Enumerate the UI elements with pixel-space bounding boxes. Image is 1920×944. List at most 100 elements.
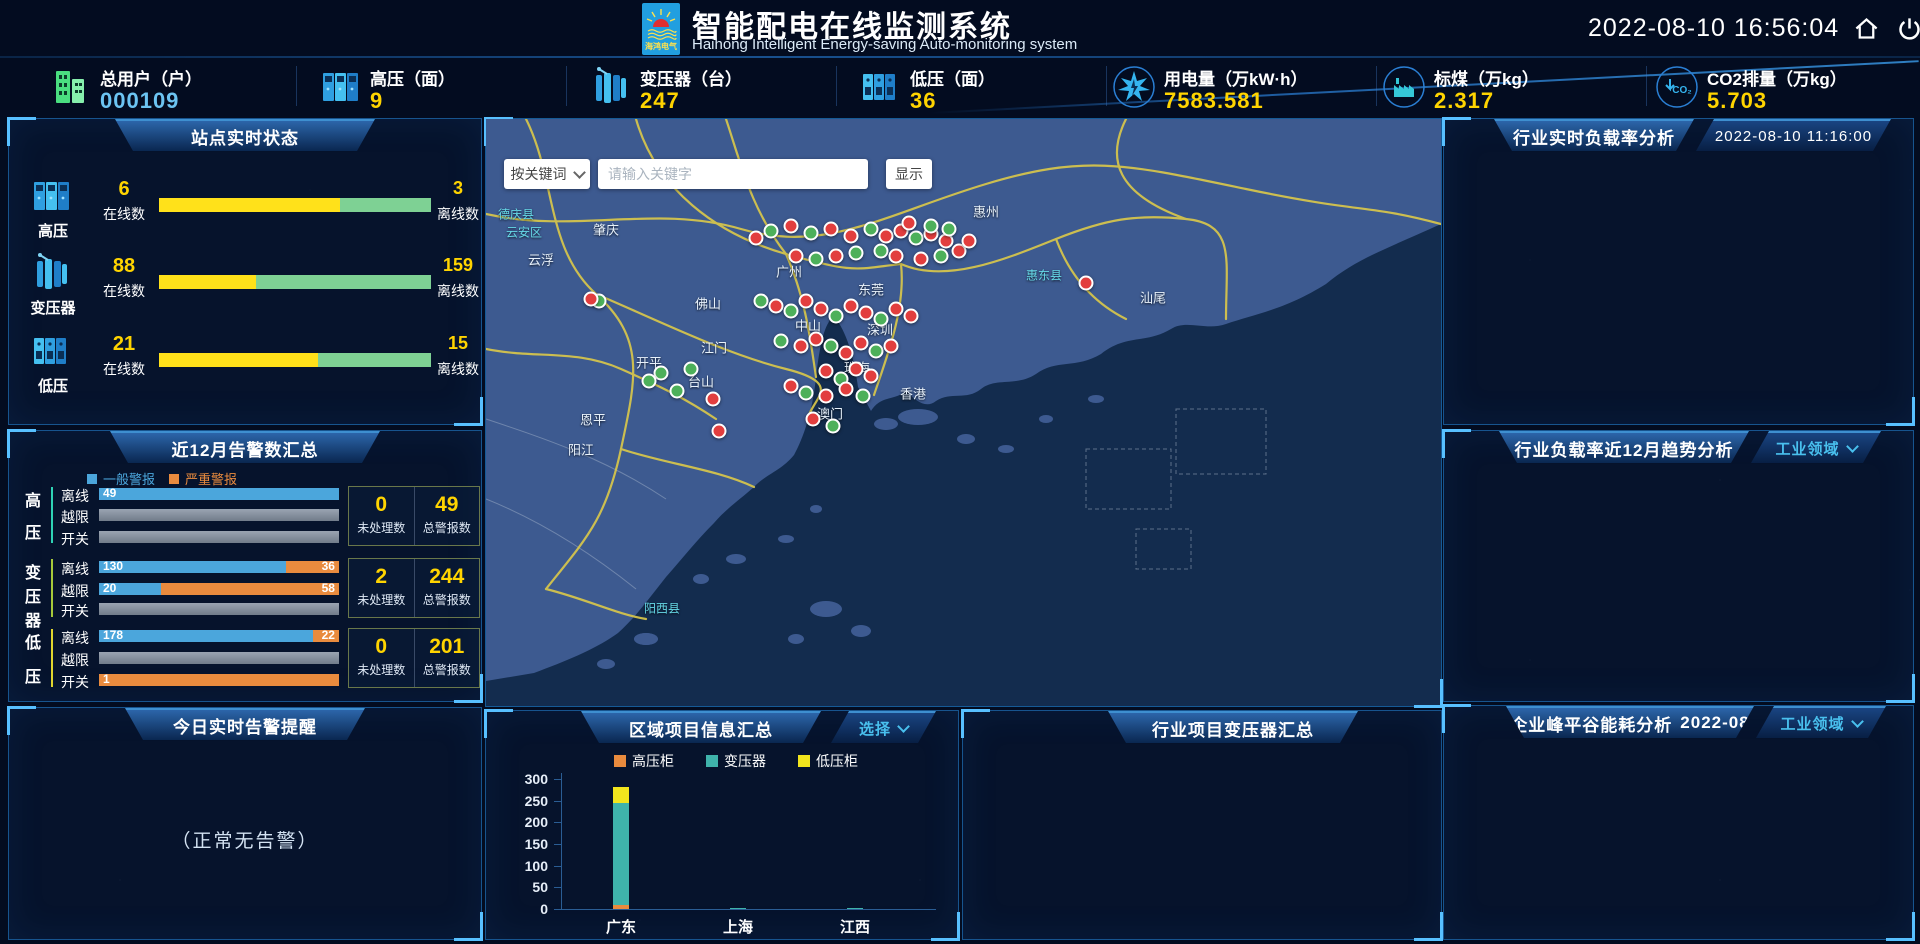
- search-input[interactable]: [598, 159, 868, 189]
- map-panel[interactable]: 清远肇庆德庆县云安区云浮广州佛山东莞惠州惠东县汕尾深圳香港中山珠海澳门江门开平台…: [485, 118, 1442, 707]
- alarm-legend-item[interactable]: 严重警报: [169, 469, 237, 488]
- station-marker-alarm[interactable]: [769, 299, 784, 314]
- station-marker-alarm[interactable]: [829, 249, 844, 264]
- station-marker-alarm[interactable]: [819, 364, 834, 379]
- header: 海鸿电气 智能配电在线监测系统 Haihong Intelligent Ener…: [0, 0, 1920, 58]
- station-marker-ok[interactable]: [809, 252, 824, 267]
- station-marker-alarm[interactable]: [889, 249, 904, 264]
- search-show-button[interactable]: 显示: [886, 159, 932, 189]
- station-marker-alarm[interactable]: [784, 219, 799, 234]
- station-marker-alarm[interactable]: [706, 392, 721, 407]
- station-marker-alarm[interactable]: [879, 229, 894, 244]
- station-marker-ok[interactable]: [934, 249, 949, 264]
- station-marker-ok[interactable]: [764, 224, 779, 239]
- station-marker-alarm[interactable]: [799, 294, 814, 309]
- offline-count: 3: [437, 178, 479, 199]
- station-marker-ok[interactable]: [874, 244, 889, 259]
- station-marker-alarm[interactable]: [844, 229, 859, 244]
- kpi-divider: [566, 66, 567, 106]
- alarm-count-box: 2未处理数244总警报数: [348, 558, 480, 618]
- alarm-bar: 2058: [99, 583, 339, 595]
- device-name: 低压: [23, 375, 83, 396]
- station-marker-alarm[interactable]: [712, 424, 727, 439]
- station-marker-ok[interactable]: [849, 246, 864, 261]
- station-marker-ok[interactable]: [924, 219, 939, 234]
- station-marker-ok[interactable]: [804, 226, 819, 241]
- station-marker-alarm[interactable]: [844, 299, 859, 314]
- station-marker-alarm[interactable]: [902, 216, 917, 231]
- station-marker-alarm[interactable]: [824, 222, 839, 237]
- online-label: 在线数: [93, 281, 155, 301]
- alarm-type-label: 越限: [61, 650, 95, 670]
- search-type-dropdown[interactable]: 按关键词: [504, 159, 590, 189]
- unhandled-cell: 0未处理数: [349, 487, 415, 545]
- region-select[interactable]: 选择: [831, 711, 936, 743]
- station-marker-alarm[interactable]: [904, 309, 919, 324]
- unhandled-label: 未处理数: [349, 661, 414, 678]
- station-marker-ok[interactable]: [942, 222, 957, 237]
- station-marker-alarm[interactable]: [839, 346, 854, 361]
- no-alarm-text: （正常无告警）: [9, 826, 481, 853]
- alarm-legend-item[interactable]: 一般警报: [87, 469, 155, 488]
- region-legend-item[interactable]: 变压器: [706, 751, 766, 771]
- alarm-count-box: 0未处理数201总警报数: [348, 628, 480, 688]
- station-marker-alarm[interactable]: [1079, 276, 1094, 291]
- station-marker-ok[interactable]: [829, 309, 844, 324]
- station-marker-ok[interactable]: [670, 384, 685, 399]
- station-marker-alarm[interactable]: [806, 412, 821, 427]
- kpi-value: 247: [640, 88, 680, 114]
- station-marker-alarm[interactable]: [854, 336, 869, 351]
- station-marker-alarm[interactable]: [962, 234, 977, 249]
- station-marker-ok[interactable]: [864, 222, 879, 237]
- station-marker-ok[interactable]: [754, 294, 769, 309]
- station-marker-alarm[interactable]: [839, 382, 854, 397]
- y-tick: [554, 909, 561, 910]
- station-marker-ok[interactable]: [909, 231, 924, 246]
- station-marker-alarm[interactable]: [849, 362, 864, 377]
- region-legend-item[interactable]: 高压柜: [614, 751, 674, 771]
- energy-industry-dropdown[interactable]: 工业领域: [1756, 706, 1886, 738]
- station-marker-alarm[interactable]: [794, 339, 809, 354]
- station-marker-ok[interactable]: [774, 334, 789, 349]
- station-marker-alarm[interactable]: [859, 306, 874, 321]
- station-marker-alarm[interactable]: [864, 369, 879, 384]
- station-marker-alarm[interactable]: [749, 231, 764, 246]
- alarm-type-label: 开关: [61, 672, 95, 692]
- station-marker-alarm[interactable]: [914, 252, 929, 267]
- station-marker-alarm[interactable]: [584, 292, 599, 307]
- station-marker-ok[interactable]: [824, 339, 839, 354]
- unhandled-cell: 0未处理数: [349, 629, 415, 687]
- station-marker-alarm[interactable]: [789, 249, 804, 264]
- station-marker-ok[interactable]: [642, 374, 657, 389]
- guangdong-map[interactable]: [486, 119, 1441, 706]
- station-marker-alarm[interactable]: [884, 339, 899, 354]
- station-marker-alarm[interactable]: [819, 389, 834, 404]
- station-marker-ok[interactable]: [856, 389, 871, 404]
- station-marker-alarm[interactable]: [809, 332, 824, 347]
- station-marker-alarm[interactable]: [889, 302, 904, 317]
- home-icon[interactable]: [1853, 15, 1880, 42]
- station-marker-ok[interactable]: [826, 419, 841, 434]
- y-tick: [554, 801, 561, 802]
- station-marker-alarm[interactable]: [814, 302, 829, 317]
- y-tick-label: 250: [504, 793, 548, 809]
- alarm-group-line: [51, 629, 53, 687]
- offline-bar-segment: [340, 198, 431, 212]
- station-marker-alarm[interactable]: [784, 379, 799, 394]
- chevron-down-icon: [1846, 440, 1859, 453]
- energy-icon: [1112, 65, 1156, 109]
- company-logo: 海鸿电气: [642, 3, 680, 55]
- alarm-type-label: 离线: [61, 486, 95, 506]
- hv-cabinet-icon: [29, 174, 73, 218]
- transformer-icon: [29, 251, 73, 295]
- chevron-down-icon: [897, 720, 910, 733]
- station-marker-ok[interactable]: [874, 312, 889, 327]
- trend-industry-dropdown[interactable]: 工业领域: [1751, 431, 1881, 463]
- station-marker-ok[interactable]: [684, 362, 699, 377]
- station-marker-ok[interactable]: [869, 344, 884, 359]
- region-bar-segment: [613, 787, 629, 803]
- region-legend-item[interactable]: 低压柜: [798, 751, 858, 771]
- station-marker-ok[interactable]: [799, 386, 814, 401]
- power-icon[interactable]: [1896, 15, 1920, 42]
- station-marker-ok[interactable]: [784, 304, 799, 319]
